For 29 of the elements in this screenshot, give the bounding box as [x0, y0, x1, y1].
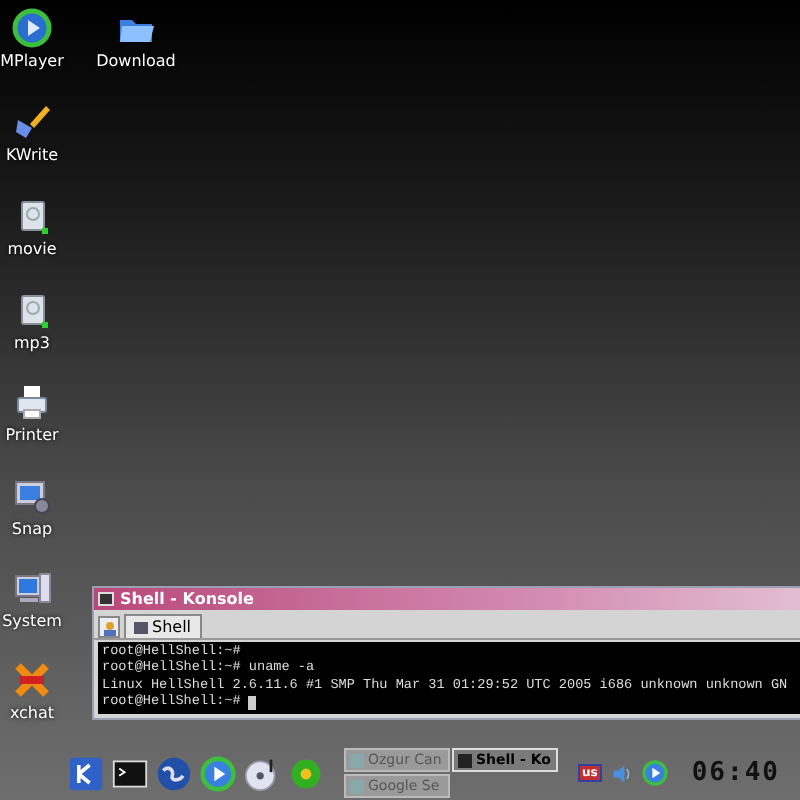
- computer-icon: [12, 568, 52, 608]
- terminal-icon[interactable]: [112, 755, 148, 791]
- disc-icon[interactable]: [244, 755, 280, 791]
- printer-icon: [12, 382, 52, 422]
- new-session-button[interactable]: [98, 616, 120, 638]
- cross-chat-icon: [12, 660, 52, 700]
- desktop-icon-label[interactable]: Printer: [5, 426, 59, 444]
- play-icon: [12, 8, 52, 48]
- desktop-icon-label[interactable]: Snap: [11, 520, 53, 538]
- screen-camera-icon: [12, 476, 52, 516]
- kde-menu-icon[interactable]: [68, 755, 104, 791]
- desktop-icon-label[interactable]: Download: [96, 52, 176, 70]
- window-title: Shell - Konsole: [120, 590, 254, 608]
- play-icon[interactable]: [641, 760, 668, 786]
- desktop-icon-label[interactable]: movie: [7, 240, 57, 258]
- clock[interactable]: 06:40: [691, 758, 780, 788]
- desktop-icon-label[interactable]: System: [2, 612, 62, 630]
- terminal-icon: [98, 591, 114, 607]
- text-cursor: [248, 695, 257, 710]
- globe-icon[interactable]: [156, 755, 192, 791]
- brush-icon: [12, 102, 52, 142]
- desktop-icon-label[interactable]: mp3: [14, 334, 50, 352]
- terminal-icon: [134, 621, 148, 633]
- window-icon: [458, 753, 472, 767]
- desktop-icon-label[interactable]: KWrite: [5, 146, 59, 164]
- session-tab[interactable]: Shell: [124, 614, 202, 638]
- desktop-icon-label[interactable]: MPlayer: [0, 52, 64, 70]
- play-icon[interactable]: [200, 755, 236, 791]
- desktop-icon-label[interactable]: xchat: [9, 704, 55, 722]
